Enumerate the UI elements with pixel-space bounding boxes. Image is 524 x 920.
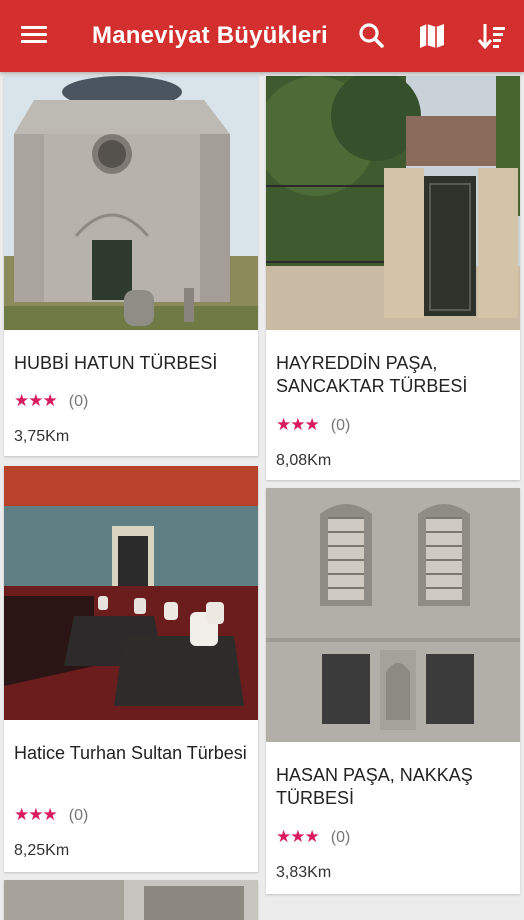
place-card[interactable]: HUBBİ HATUN TÜRBESİ ★★★ (0) 3,75Km (4, 76, 258, 456)
rating: ★★★ (0) (14, 390, 88, 411)
place-card[interactable]: HAYREDDİN PAŞA, SANCAKTAR TÜRBESİ ★★★ (0)… (266, 76, 520, 480)
star-rating: ★★★ (14, 805, 58, 824)
place-card[interactable]: Hatice Turhan Sultan Türbesi ★★★ (0) 8,25… (4, 466, 258, 872)
star-rating: ★★★ (14, 391, 58, 410)
review-count: (0) (330, 417, 351, 434)
app-title: Maneviyat Büyükleri (92, 22, 328, 49)
search-icon[interactable] (354, 18, 390, 54)
distance: 8,25Km (14, 842, 70, 859)
place-name: HASAN PAŞA, NAKKAŞ TÜRBESİ (276, 765, 473, 808)
place-name: HAYREDDİN PAŞA, SANCAKTAR TÜRBESİ (276, 353, 468, 396)
place-photo (266, 488, 520, 742)
place-card[interactable]: HASAN PAŞA, NAKKAŞ TÜRBESİ ★★★ (0) 3,83Km (266, 488, 520, 894)
menu-icon[interactable] (18, 22, 50, 50)
place-photo (4, 466, 258, 720)
place-photo (4, 880, 258, 920)
review-count: (0) (330, 829, 351, 846)
place-card[interactable] (4, 880, 258, 920)
star-rating: ★★★ (276, 827, 320, 846)
distance: 3,75Km (14, 428, 70, 445)
place-photo (4, 76, 258, 330)
sort-icon[interactable] (474, 18, 510, 54)
distance: 8,08Km (276, 452, 332, 469)
app-bar: Maneviyat Büyükleri (0, 0, 524, 72)
review-count: (0) (68, 807, 89, 824)
place-photo (266, 76, 520, 330)
map-icon[interactable] (414, 18, 450, 54)
rating: ★★★ (0) (276, 414, 350, 435)
place-name: HUBBİ HATUN TÜRBESİ (14, 353, 218, 373)
rating: ★★★ (0) (14, 804, 88, 825)
rating: ★★★ (0) (276, 826, 350, 847)
review-count: (0) (68, 393, 89, 410)
place-name: Hatice Turhan Sultan Türbesi (14, 743, 247, 763)
distance: 3,83Km (276, 864, 332, 881)
star-rating: ★★★ (276, 415, 320, 434)
